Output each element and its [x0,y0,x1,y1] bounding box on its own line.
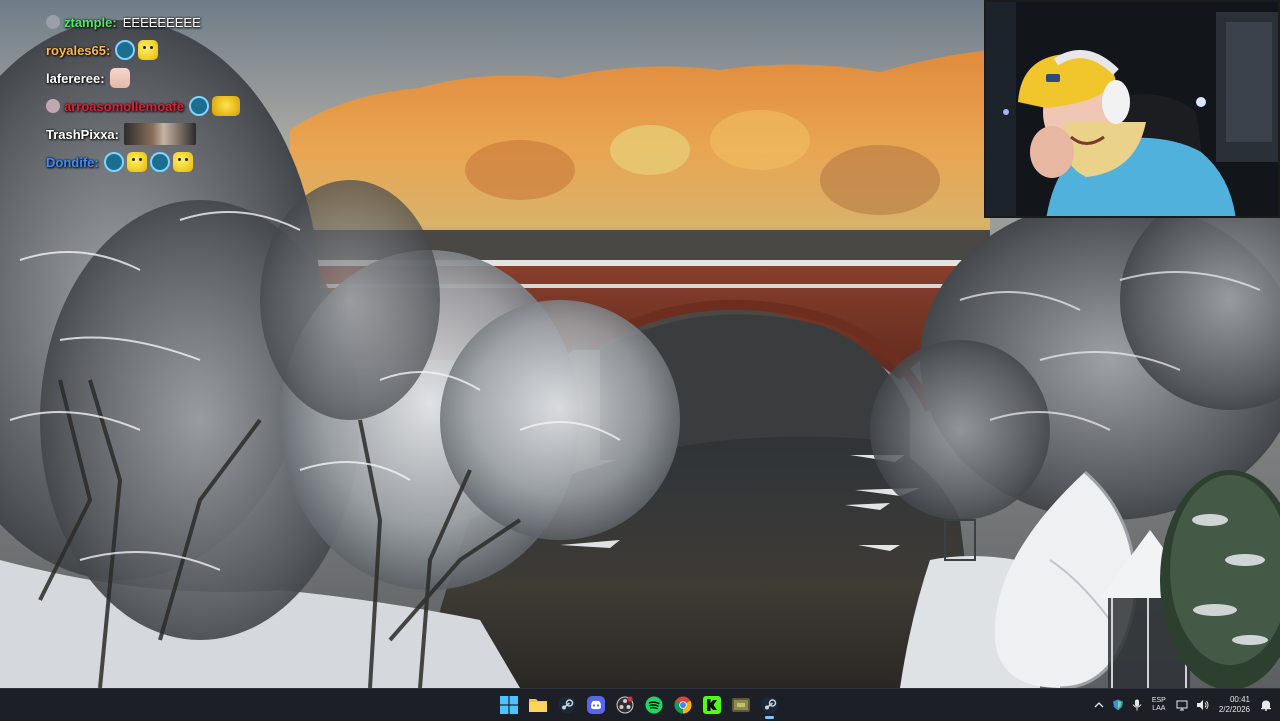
network-icon [1176,700,1188,711]
file-explorer-button[interactable] [523,690,552,720]
chat-message: lafereree: [46,64,306,92]
smiley-emote-icon [172,152,193,172]
taskbar-apps [494,689,784,721]
notifications-button[interactable] [1260,699,1272,711]
network-button[interactable] [1176,699,1188,711]
discord-button[interactable] [581,690,610,720]
start-button[interactable] [494,690,523,720]
show-hidden-icons-button[interactable] [1094,701,1104,709]
discord-icon [586,696,605,714]
game-button[interactable] [726,690,755,720]
bell-icon [1261,700,1271,711]
clock-time: 00:41 [1229,695,1250,704]
system-tray: ESP LAA 00:41 2/2/2026 [1090,689,1280,721]
spotify-icon [645,696,662,714]
steam-button[interactable] [552,690,581,720]
shield-icon [1112,699,1123,711]
chrome-button[interactable] [668,690,697,720]
folder-icon [528,699,547,712]
tray-app-button[interactable] [1112,699,1124,711]
chat-message: royales65: [46,36,306,64]
input-language-button[interactable]: ESP LAA [1152,697,1166,713]
steam-icon [761,696,778,714]
spotify-button[interactable] [639,690,668,720]
chat-username: arroasomollemoafe [64,98,184,114]
steam-icon [558,696,575,714]
smiley-emote-icon [126,152,147,172]
chat-text: EEEEEEEEE [122,14,201,30]
chat-username: TrashPixxa: [46,126,119,142]
moderator-emote-icon [149,152,170,172]
game-icon [731,698,750,712]
stream-chat-overlay: ztample: EEEEEEEEE royales65: lafereree:… [46,8,306,176]
language-code: ESP [1151,697,1166,704]
chat-username: royales65: [46,42,111,58]
smiley-emote-icon [138,40,159,60]
chat-message: TrashPixxa: [46,120,306,148]
chat-username: Dondife: [46,154,99,170]
volume-button[interactable] [1196,699,1209,711]
face-emote-icon [211,96,240,116]
obs-button[interactable] [610,690,639,720]
chat-message: ztample: EEEEEEEEE [46,8,306,36]
windows-logo-icon [499,696,518,714]
steam-button-active[interactable] [755,690,784,720]
clock-button[interactable]: 00:41 2/2/2026 [1219,695,1250,715]
cat-emote-icon [109,68,130,88]
moderator-emote-icon [188,96,209,116]
kick-icon [702,696,721,714]
chat-username: lafereree: [46,70,105,86]
chrome-icon [673,696,692,714]
chat-message: Dondife: [46,148,306,176]
windows-taskbar: ESP LAA 00:41 2/2/2026 [0,688,1280,720]
user-badge-icon [46,99,60,113]
chat-username: ztample: [64,14,117,30]
chevron-up-icon [1094,702,1104,708]
kick-button[interactable] [697,690,726,720]
streamer-camera-feed [986,2,1278,216]
photo-emote-icon [124,123,196,145]
moderator-emote-icon [103,152,124,172]
chat-message: arroasomollemoafe [46,92,306,120]
keyboard-layout: LAA [1152,705,1166,712]
moderator-emote-icon [115,40,136,60]
microphone-button[interactable] [1132,699,1142,711]
clock-date: 2/2/2026 [1218,705,1250,714]
user-badge-icon [46,15,60,29]
speaker-icon [1196,700,1209,710]
microphone-icon [1132,699,1142,711]
streamer-webcam [984,0,1280,218]
record-icon [616,696,633,714]
